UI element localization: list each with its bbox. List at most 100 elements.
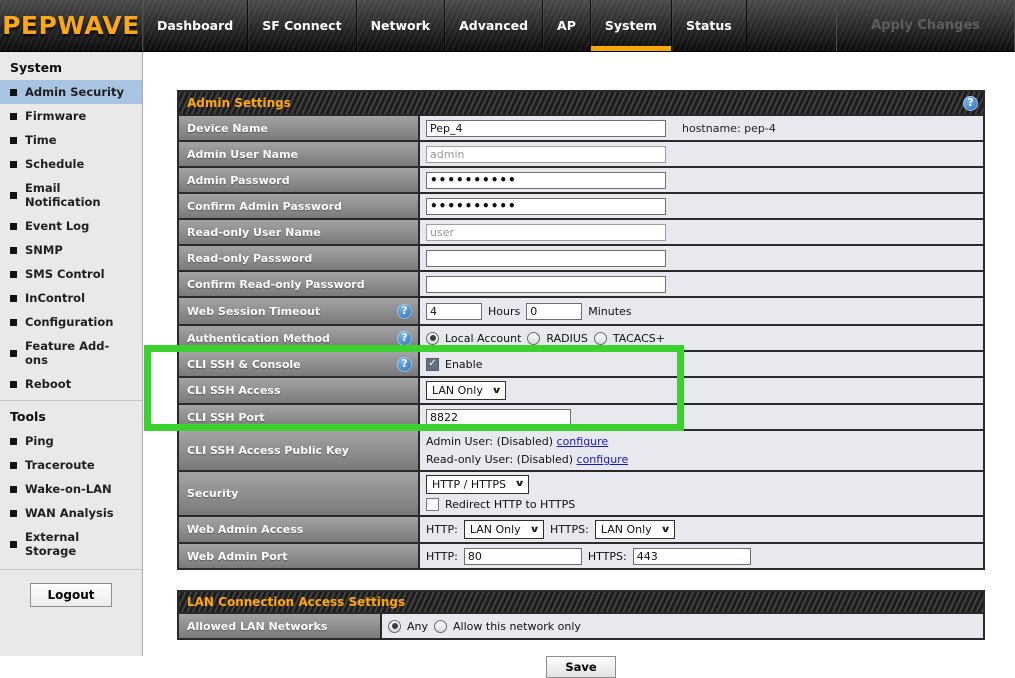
square-bullet-icon (10, 438, 17, 445)
row-label: Admin Password (179, 168, 420, 192)
cli-ssh-port-input[interactable] (426, 409, 571, 426)
sidebar-item-firmware[interactable]: Firmware (0, 104, 142, 128)
tab-status[interactable]: Status (672, 0, 747, 51)
radio-allow-this-network-only[interactable] (434, 620, 447, 633)
row-label: CLI SSH Access (179, 378, 420, 403)
row-label-text: Web Session Timeout (187, 305, 320, 318)
tab-sf-connect[interactable]: SF Connect (248, 0, 356, 51)
sidebar-item-snmp[interactable]: SNMP (0, 238, 142, 262)
configure-readonly-link[interactable]: configure (577, 453, 629, 466)
tab-advanced[interactable]: Advanced (445, 0, 543, 51)
square-bullet-icon (10, 381, 17, 388)
save-button[interactable]: Save (546, 656, 615, 678)
sidebar-item-email-notification[interactable]: Email Notification (0, 176, 142, 214)
help-icon[interactable]: ? (397, 304, 412, 319)
square-bullet-icon (10, 137, 17, 144)
sidebar-item-sms-control[interactable]: SMS Control (0, 262, 142, 286)
admin-user-name-input[interactable] (426, 146, 666, 163)
sidebar-item-reboot[interactable]: Reboot (0, 372, 142, 396)
row-value: Any Allow this network only (382, 614, 983, 638)
sidebar-item-configuration[interactable]: Configuration (0, 310, 142, 334)
cli-ssh-enable-checkbox[interactable]: ✓ (426, 358, 439, 371)
device-name-input[interactable] (426, 120, 666, 137)
pubkey-admin-line: Admin User: (Disabled) configure (426, 434, 608, 449)
apply-changes-label: Apply Changes (871, 18, 980, 33)
radio-any[interactable] (388, 620, 401, 633)
cli-ssh-access-select[interactable]: LAN Only ∨ (426, 381, 506, 400)
sidebar-item-wake-on-lan[interactable]: Wake-on-LAN (0, 477, 142, 501)
help-icon[interactable]: ? (397, 357, 412, 372)
sidebar-item-label: Email Notification (25, 181, 132, 209)
tab-label: System (605, 18, 657, 33)
square-bullet-icon (10, 486, 17, 493)
row-value: HTTP: LAN Only ∨ HTTPS: LAN Only ∨ (420, 517, 983, 542)
square-bullet-icon (10, 319, 17, 326)
row-value: HTTP / HTTPS ∨ Redirect HTTP to HTTPS (420, 472, 983, 515)
redirect-https-checkbox[interactable] (426, 498, 439, 511)
square-bullet-icon (10, 89, 17, 96)
hostname-note: hostname: pep-4 (682, 122, 776, 135)
row-label-text: CLI SSH Access (187, 384, 281, 397)
https-port-input[interactable] (633, 548, 751, 565)
logout-button[interactable]: Logout (30, 583, 111, 607)
read-only-user-name-input[interactable] (426, 224, 666, 241)
logout-container: Logout (0, 569, 142, 620)
apply-changes-button[interactable]: Apply Changes (836, 0, 1015, 51)
nav-tabs: Dashboard SF Connect Network Advanced AP… (143, 0, 747, 51)
row-admin-user-name: Admin User Name (179, 140, 983, 166)
help-icon[interactable]: ? (397, 331, 412, 346)
row-web-admin-access: Web Admin Access HTTP: LAN Only ∨ HTTPS:… (179, 515, 983, 542)
timeout-hours-input[interactable] (426, 303, 482, 320)
sidebar-item-event-log[interactable]: Event Log (0, 214, 142, 238)
sidebar-item-admin-security[interactable]: Admin Security (0, 80, 142, 104)
read-only-password-input[interactable] (426, 250, 666, 267)
redirect-option: Redirect HTTP to HTTPS (426, 497, 575, 512)
sidebar: System Admin Security Firmware Time Sche… (0, 52, 143, 656)
row-label-text: Device Name (187, 122, 268, 135)
sidebar-item-label: SNMP (25, 243, 63, 257)
https-access-select[interactable]: LAN Only ∨ (595, 520, 675, 539)
sidebar-item-incontrol[interactable]: InControl (0, 286, 142, 310)
chevron-down-icon: ∨ (529, 525, 540, 535)
radio-tacacs[interactable] (594, 332, 607, 345)
row-value (420, 220, 983, 244)
security-select[interactable]: HTTP / HTTPS ∨ (426, 475, 529, 494)
row-allowed-lan-networks: Allowed LAN Networks Any Allow this netw… (179, 612, 983, 638)
sidebar-item-schedule[interactable]: Schedule (0, 152, 142, 176)
radio-radius[interactable] (527, 332, 540, 345)
row-label-text: Security (187, 487, 238, 500)
radio-local-account[interactable] (426, 332, 439, 345)
row-label-text: Web Admin Port (187, 550, 288, 563)
https-label: HTTPS: (550, 523, 589, 536)
http-port-input[interactable] (464, 548, 582, 565)
tab-ap[interactable]: AP (543, 0, 591, 51)
sidebar-item-external-storage[interactable]: External Storage (0, 525, 142, 563)
sidebar-item-feature-add-ons[interactable]: Feature Add-ons (0, 334, 142, 372)
tab-system[interactable]: System (591, 0, 672, 51)
sidebar-item-traceroute[interactable]: Traceroute (0, 453, 142, 477)
row-read-only-user-name: Read-only User Name (179, 218, 983, 244)
http-access-select[interactable]: LAN Only ∨ (464, 520, 544, 539)
confirm-admin-password-input[interactable] (426, 198, 666, 215)
section-title: LAN Connection Access Settings (187, 595, 405, 609)
row-authentication-method: Authentication Method ? Local Account RA… (179, 324, 983, 350)
tab-network[interactable]: Network (357, 0, 446, 51)
sidebar-item-time[interactable]: Time (0, 128, 142, 152)
row-read-only-password: Read-only Password (179, 244, 983, 270)
confirm-read-only-password-input[interactable] (426, 276, 666, 293)
chevron-down-icon: ∨ (491, 386, 502, 396)
configure-admin-link[interactable]: configure (557, 435, 609, 448)
timeout-minutes-input[interactable] (526, 303, 582, 320)
pepwave-logo: PEPWAVE (2, 11, 140, 40)
admin-password-input[interactable] (426, 172, 666, 189)
sidebar-item-label: SMS Control (25, 267, 105, 281)
sidebar-item-label: Traceroute (25, 458, 95, 472)
sidebar-header-tools: Tools (0, 401, 142, 429)
tab-dashboard[interactable]: Dashboard (143, 0, 248, 51)
sidebar-item-wan-analysis[interactable]: WAN Analysis (0, 501, 142, 525)
http-label: HTTP: (426, 550, 458, 563)
row-label: Authentication Method ? (179, 326, 420, 350)
help-icon[interactable]: ? (963, 96, 978, 111)
pubkey-admin-status: Admin User: (Disabled) (426, 435, 557, 448)
sidebar-item-ping[interactable]: Ping (0, 429, 142, 453)
